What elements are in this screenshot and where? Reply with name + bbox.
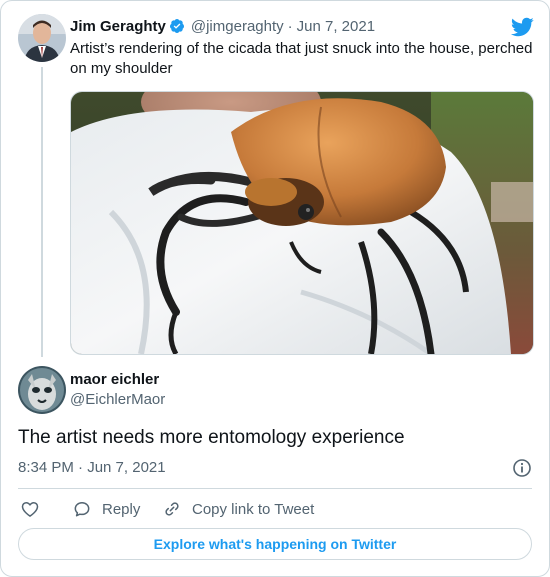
like-button[interactable] xyxy=(20,497,40,521)
header-separator: · xyxy=(287,17,293,35)
tweet-media-image[interactable] xyxy=(70,91,534,355)
reply-button[interactable]: Reply xyxy=(72,497,140,521)
original-tweet-header: Jim Geraghty @jimgeraghty · Jun 7, 2021 xyxy=(70,16,375,36)
info-icon[interactable] xyxy=(512,458,532,478)
divider xyxy=(18,488,532,489)
tweet-date[interactable]: Jun 7, 2021 xyxy=(297,18,375,35)
reply-author-name[interactable]: maor eichler xyxy=(70,371,159,389)
reply-icon xyxy=(72,499,92,519)
original-tweet-text: Artist’s rendering of the cicada that ju… xyxy=(70,40,533,77)
avatar-jim-geraghty[interactable] xyxy=(18,14,66,62)
reply-label: Reply xyxy=(102,500,141,518)
author-handle[interactable]: @jimgeraghty xyxy=(191,18,284,35)
copy-link-button[interactable]: Copy link to Tweet xyxy=(162,497,314,521)
verified-badge-icon xyxy=(169,18,185,34)
twitter-bird-icon[interactable] xyxy=(510,15,534,39)
avatar-maor-eichler[interactable] xyxy=(18,366,66,414)
tweet-embed-card: Jim Geraghty @jimgeraghty · Jun 7, 2021 … xyxy=(0,0,550,577)
reply-author-handle[interactable]: @EichlerMaor xyxy=(70,391,165,409)
heart-icon xyxy=(20,499,40,519)
explore-twitter-button[interactable]: Explore what's happening on Twitter xyxy=(18,528,532,560)
reply-timestamp[interactable]: 8:34 PM · Jun 7, 2021 xyxy=(18,459,166,477)
author-name[interactable]: Jim Geraghty xyxy=(70,18,166,35)
copy-link-label: Copy link to Tweet xyxy=(192,500,315,518)
thread-connector-line xyxy=(41,67,43,357)
link-icon xyxy=(162,499,182,519)
reply-tweet-text: The artist needs more entomology experie… xyxy=(18,427,405,448)
